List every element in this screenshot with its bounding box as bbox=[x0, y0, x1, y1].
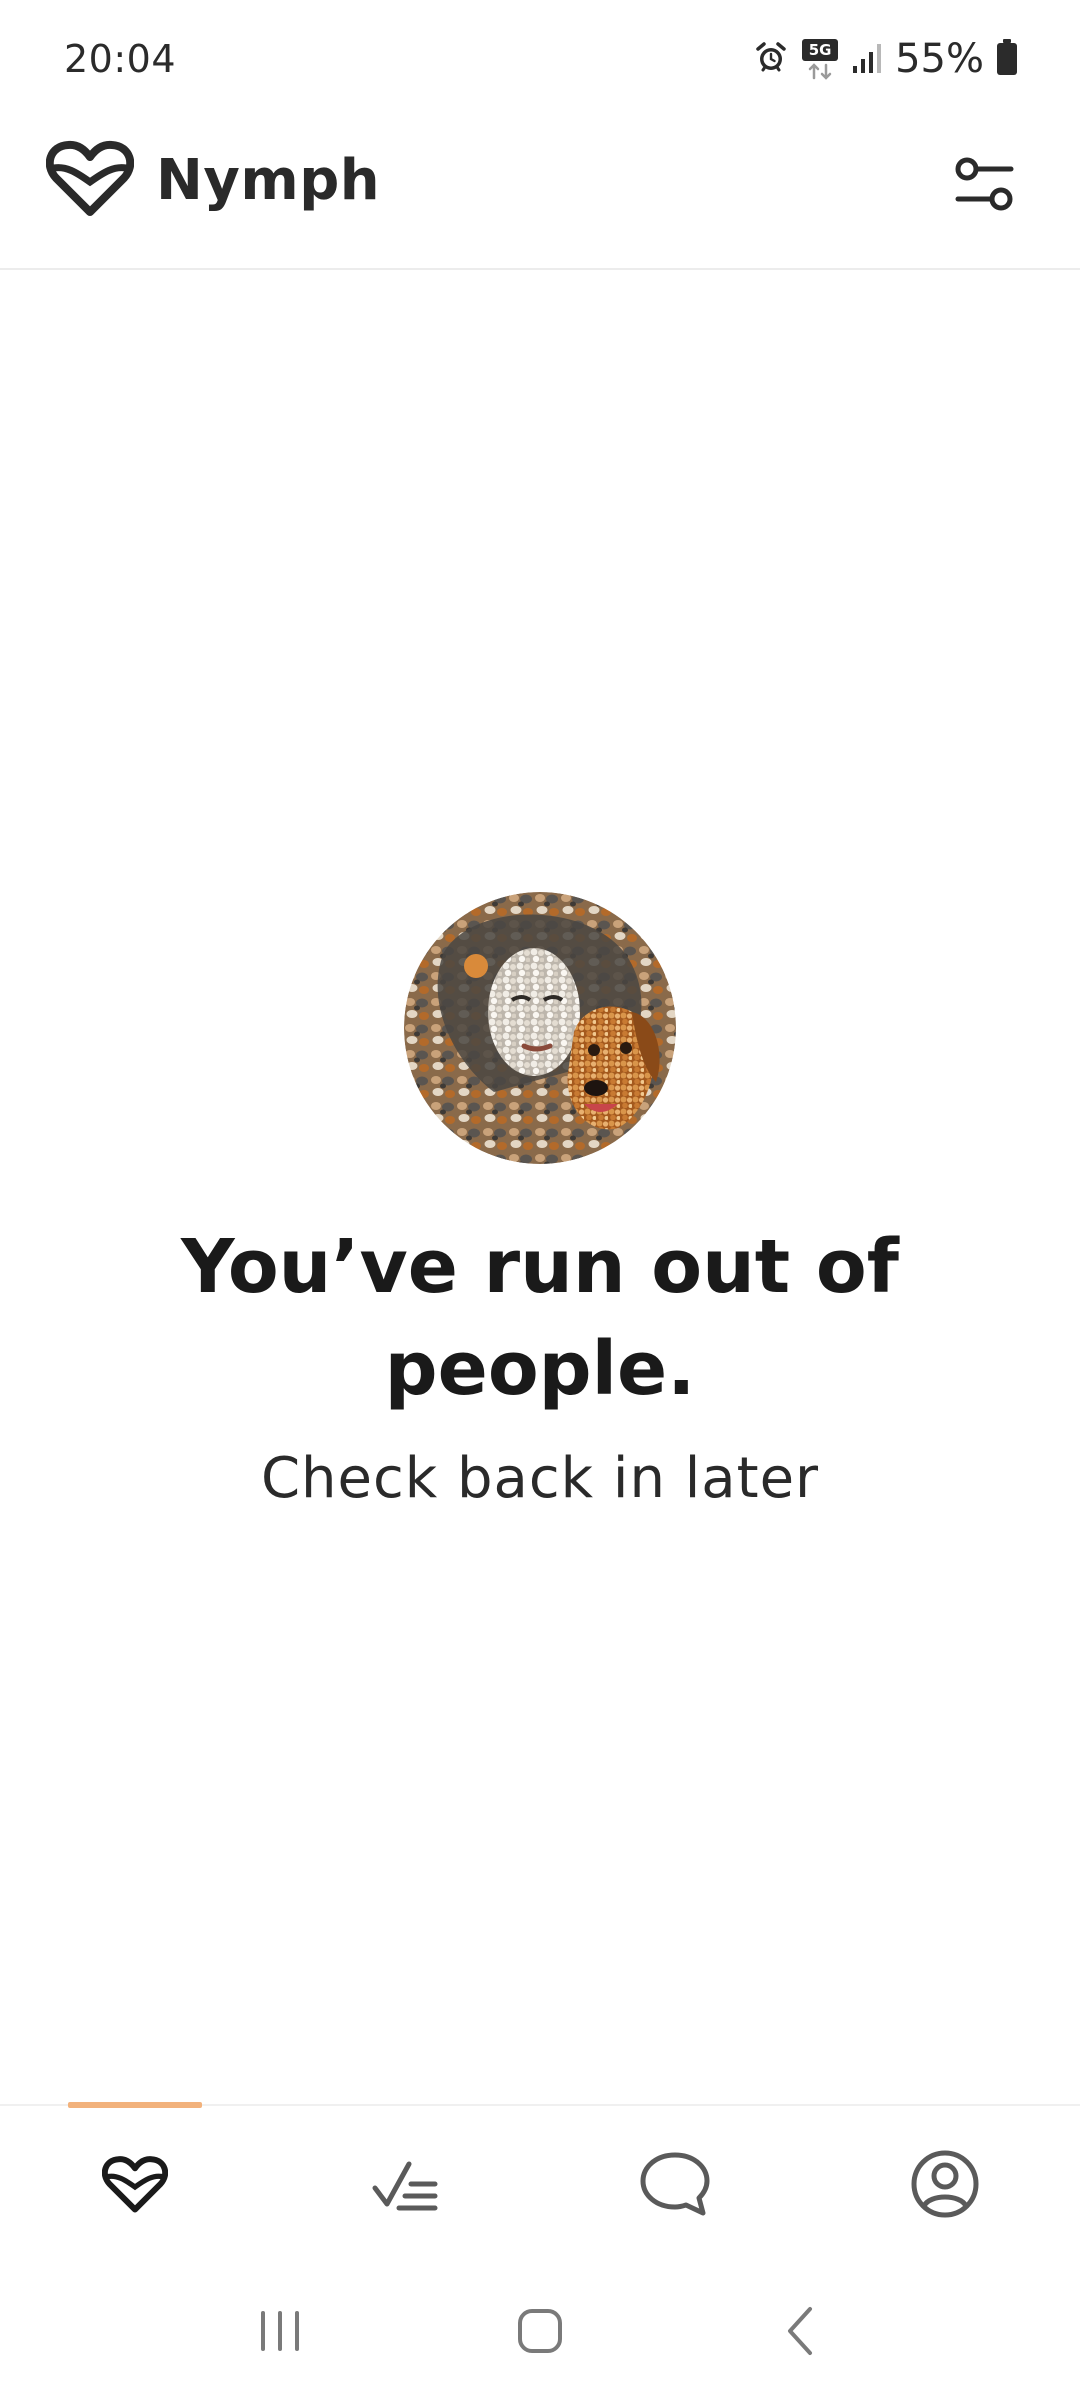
home-icon bbox=[516, 2307, 564, 2360]
app-header: Nymph bbox=[0, 118, 1080, 270]
screen: 20:04 5G 55% Nymph You’ve run out of peo… bbox=[0, 0, 1080, 2400]
home-button[interactable] bbox=[490, 2283, 590, 2383]
status-bar: 20:04 5G 55% bbox=[0, 0, 1080, 118]
woman-and-dog-mosaic-image bbox=[404, 892, 676, 1164]
profile-icon bbox=[910, 2149, 980, 2224]
brand-name: Nymph bbox=[156, 148, 381, 213]
battery-icon bbox=[996, 38, 1018, 81]
brand: Nymph bbox=[45, 138, 381, 223]
checklist-icon bbox=[371, 2154, 439, 2219]
filter-settings-button[interactable] bbox=[942, 144, 1028, 230]
network-type: 5G bbox=[808, 41, 832, 59]
back-button[interactable] bbox=[750, 2283, 850, 2383]
heart-logo-icon bbox=[45, 138, 135, 223]
bottom-navigation bbox=[0, 2102, 1080, 2266]
empty-state-subtitle: Check back in later bbox=[260, 1446, 820, 1511]
status-time: 20:04 bbox=[64, 37, 177, 81]
recents-icon bbox=[257, 2309, 303, 2358]
empty-state: You’ve run out of people. Check back in … bbox=[0, 892, 1080, 1511]
network-5g-icon: 5G bbox=[801, 38, 839, 80]
nav-tab-chats[interactable] bbox=[540, 2106, 810, 2266]
empty-state-title: You’ve run out of people. bbox=[181, 1224, 899, 1412]
nav-tab-likes[interactable] bbox=[270, 2106, 540, 2266]
battery-percentage: 55% bbox=[895, 36, 984, 82]
filter-settings-icon bbox=[953, 153, 1017, 222]
signal-strength-icon bbox=[851, 40, 883, 79]
nav-tab-profile[interactable] bbox=[810, 2106, 1080, 2266]
alarm-icon bbox=[753, 39, 789, 80]
recents-button[interactable] bbox=[230, 2283, 330, 2383]
active-tab-indicator bbox=[68, 2102, 202, 2108]
chat-bubble-icon bbox=[639, 2151, 711, 2222]
heart-icon bbox=[101, 2154, 169, 2219]
status-indicators: 5G 55% bbox=[753, 36, 1018, 82]
back-icon bbox=[784, 2305, 816, 2362]
nav-tab-discover[interactable] bbox=[0, 2106, 270, 2266]
system-navigation-bar bbox=[0, 2266, 1080, 2400]
